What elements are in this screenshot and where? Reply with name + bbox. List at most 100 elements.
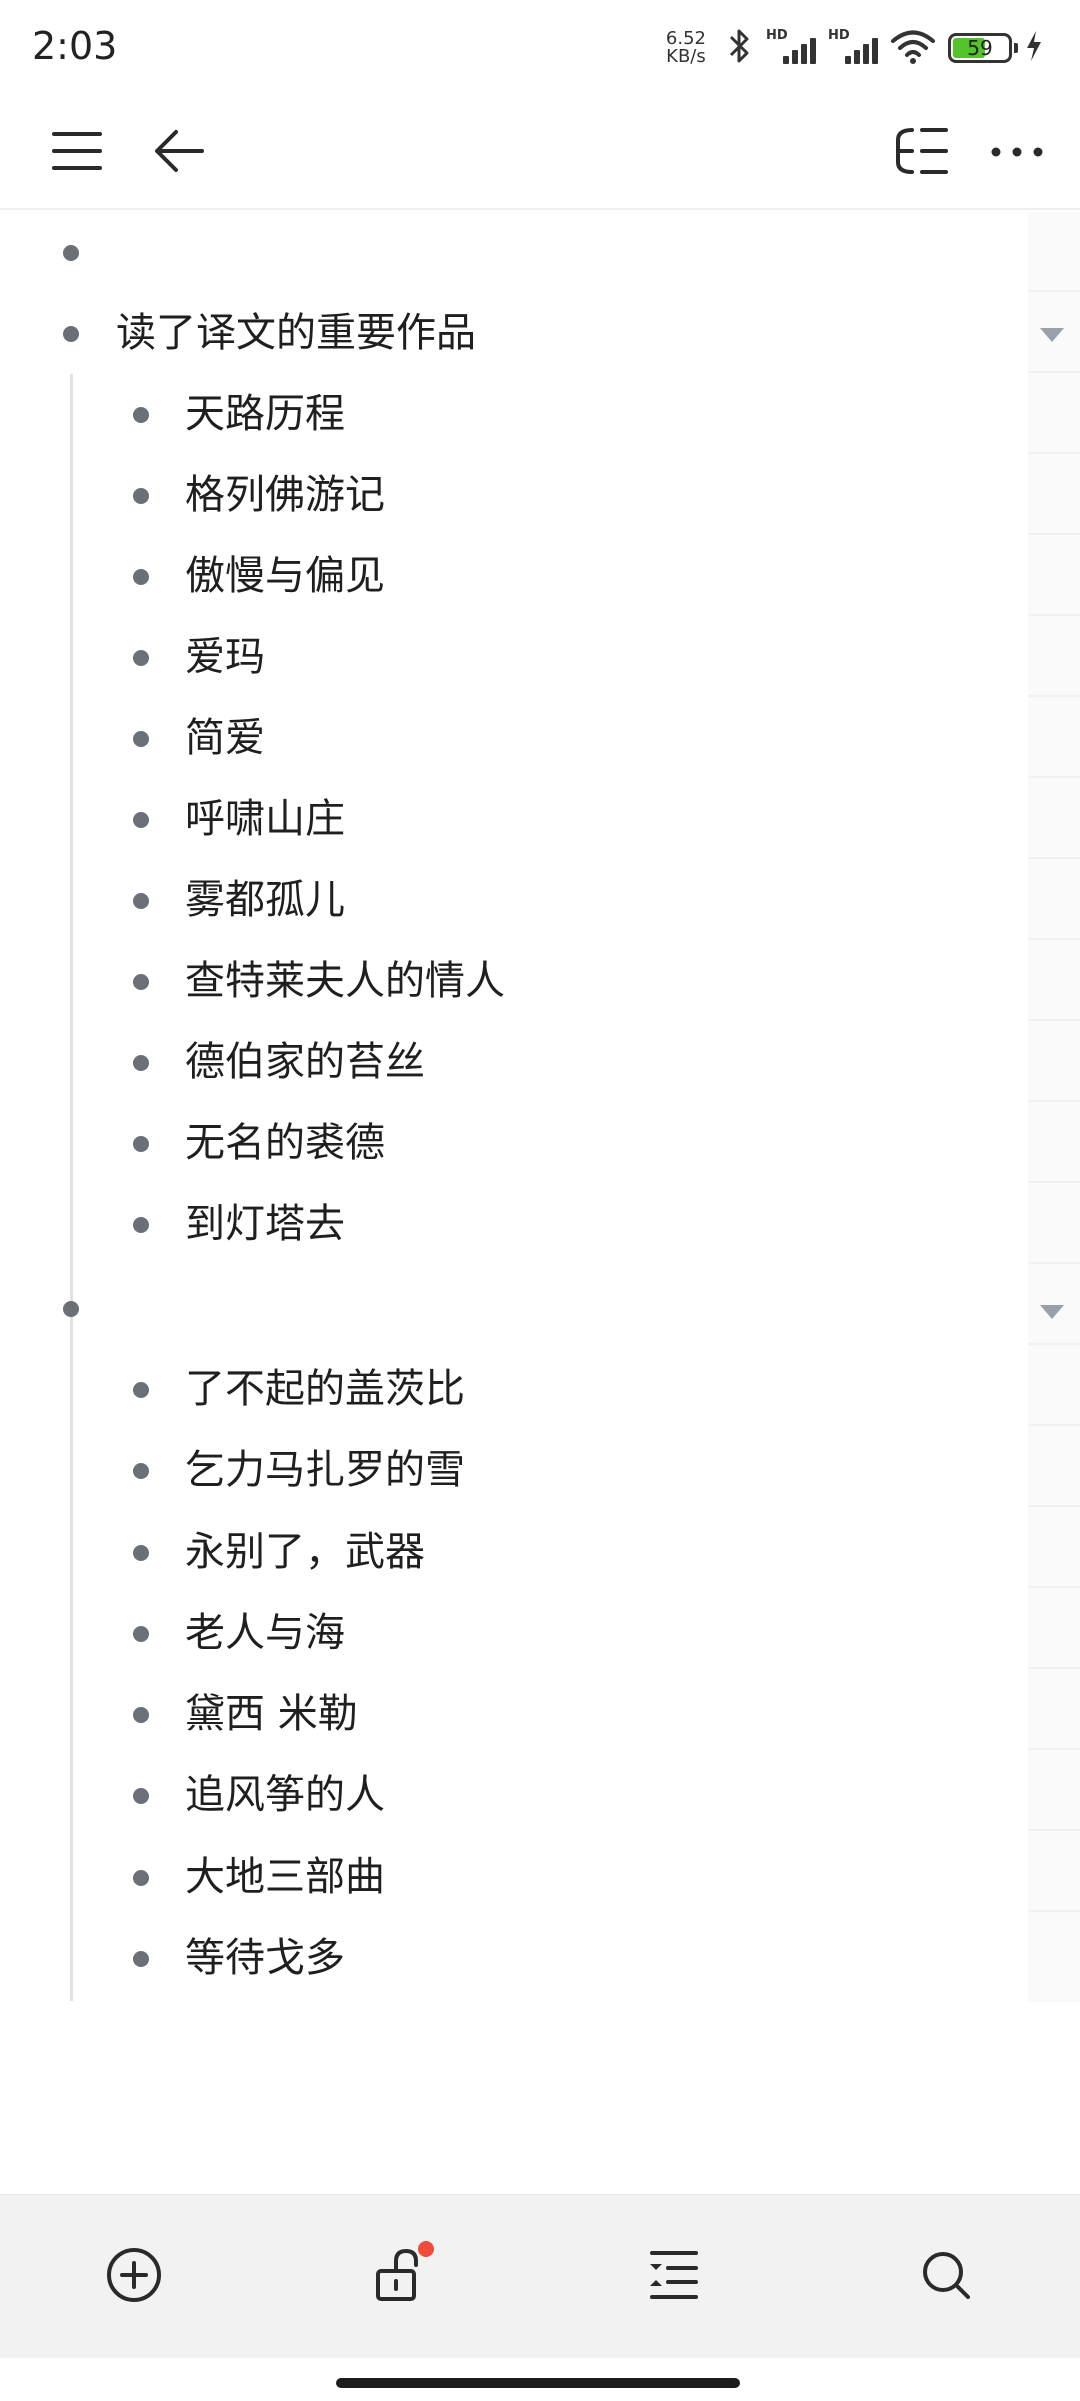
bullet-icon[interactable]: [133, 893, 149, 909]
add-button[interactable]: [94, 2237, 174, 2317]
more-options-button[interactable]: [982, 118, 1052, 188]
mindmap-icon: [890, 124, 952, 182]
home-indicator[interactable]: [336, 2378, 740, 2388]
battery-icon: 59: [948, 33, 1018, 63]
network-speed: 6.52 KB/s: [666, 30, 706, 66]
bullet-icon[interactable]: [133, 1951, 149, 1967]
outline-item-text[interactable]: 黛西 米勒: [185, 1689, 358, 1739]
outline-item-text[interactable]: 了不起的盖茨比: [185, 1364, 465, 1414]
outline-item[interactable]: [0, 212, 1028, 293]
bullet-icon[interactable]: [133, 569, 149, 585]
bullet-icon[interactable]: [133, 1545, 149, 1561]
bullet-icon[interactable]: [133, 1136, 149, 1152]
bullet-icon[interactable]: [133, 1788, 149, 1804]
row-handle-strip: [1028, 212, 1080, 2002]
status-time: 2:03: [32, 24, 118, 68]
add-circle-icon: [104, 2245, 164, 2309]
outline-item-text[interactable]: 老人与海: [185, 1608, 345, 1658]
outline-item[interactable]: 老人与海: [0, 1593, 1028, 1674]
outline-item[interactable]: 呼啸山庄: [0, 779, 1028, 860]
outline-item-text[interactable]: 呼啸山庄: [185, 794, 345, 844]
bullet-icon[interactable]: [133, 1626, 149, 1642]
search-icon: [918, 2247, 974, 2307]
outline-item-text[interactable]: 爱玛: [185, 632, 265, 682]
hamburger-menu-icon: [50, 126, 104, 180]
outline-item[interactable]: 德伯家的苔丝: [0, 1022, 1028, 1103]
outline-item-text[interactable]: 德伯家的苔丝: [185, 1037, 425, 1087]
outline-item-text[interactable]: 读了译文的重要作品: [116, 308, 476, 358]
bullet-icon[interactable]: [133, 731, 149, 747]
outline-item[interactable]: 读了译文的重要作品: [0, 293, 1028, 374]
mindmap-button[interactable]: [886, 118, 956, 188]
network-speed-unit: KB/s: [666, 46, 706, 67]
outline-item-text[interactable]: 永别了，武器: [185, 1527, 425, 1577]
bullet-icon[interactable]: [133, 1217, 149, 1233]
outline-item[interactable]: 天路历程: [0, 374, 1028, 455]
outline-item-text[interactable]: 简爱: [185, 713, 265, 763]
bluetooth-icon: [724, 26, 754, 70]
app-header: [0, 96, 1080, 210]
outline-item[interactable]: 等待戈多: [0, 1918, 1028, 1999]
cell-signal-2-icon: HD: [828, 28, 878, 68]
lock-toggle-button[interactable]: [358, 2237, 438, 2317]
outline-item[interactable]: 简爱: [0, 698, 1028, 779]
bullet-icon[interactable]: [133, 407, 149, 423]
outline-item-text[interactable]: 格列佛游记: [185, 470, 385, 520]
back-button[interactable]: [144, 118, 214, 188]
outline-item[interactable]: 到灯塔去: [0, 1184, 1028, 1265]
arrow-left-icon: [152, 126, 206, 180]
outline-item[interactable]: 格列佛游记: [0, 455, 1028, 536]
outline-item-text[interactable]: 乞力马扎罗的雪: [185, 1445, 465, 1495]
outline-item[interactable]: 傲慢与偏见: [0, 536, 1028, 617]
bullet-icon[interactable]: [133, 488, 149, 504]
charging-icon: [1024, 29, 1044, 67]
outline-item[interactable]: [0, 1268, 1028, 1349]
bullet-icon[interactable]: [133, 1382, 149, 1398]
outline-item-text[interactable]: 天路历程: [185, 389, 345, 439]
hamburger-menu-button[interactable]: [42, 118, 112, 188]
outline-item-text[interactable]: 雾都孤儿: [185, 875, 345, 925]
outline-item-text[interactable]: 傲慢与偏见: [185, 551, 385, 601]
outline-item-text[interactable]: 查特莱夫人的情人: [185, 956, 505, 1006]
outline-item[interactable]: 永别了，武器: [0, 1512, 1028, 1593]
outline-item[interactable]: 黛西 米勒: [0, 1674, 1028, 1755]
indent-list-icon: [646, 2247, 702, 2307]
bullet-icon[interactable]: [63, 326, 79, 342]
outline-item[interactable]: 雾都孤儿: [0, 860, 1028, 941]
notification-badge: [418, 2241, 434, 2257]
outline-item[interactable]: 了不起的盖茨比: [0, 1349, 1028, 1430]
bullet-icon[interactable]: [63, 245, 79, 261]
bullet-icon[interactable]: [133, 1463, 149, 1479]
system-navigation-area: [0, 2358, 1080, 2401]
bullet-icon[interactable]: [133, 650, 149, 666]
bullet-icon[interactable]: [63, 1301, 79, 1317]
indent-button[interactable]: [634, 2237, 714, 2317]
collapse-toggle-icon[interactable]: [1040, 328, 1064, 342]
outline-item[interactable]: 无名的裘德: [0, 1103, 1028, 1184]
outline-item[interactable]: 爱玛: [0, 617, 1028, 698]
outline-item-text[interactable]: 大地三部曲: [185, 1852, 385, 1902]
status-icons: 6.52 KB/s HD HD 59: [666, 24, 1044, 72]
status-bar: 2:03 6.52 KB/s HD HD 59: [0, 0, 1080, 96]
outline-item-text[interactable]: 追风筝的人: [185, 1770, 385, 1820]
wifi-icon: [890, 26, 936, 70]
outline-item-text[interactable]: 到灯塔去: [185, 1199, 345, 1249]
outline-item[interactable]: 大地三部曲: [0, 1837, 1028, 1918]
outline-item-text[interactable]: 无名的裘德: [185, 1118, 385, 1168]
outline-item[interactable]: 查特莱夫人的情人: [0, 941, 1028, 1022]
bullet-icon[interactable]: [133, 974, 149, 990]
more-horizontal-icon: [990, 144, 1044, 163]
cell-signal-1-icon: HD: [766, 28, 816, 68]
outline-item-text[interactable]: 等待戈多: [185, 1933, 345, 1983]
bullet-icon[interactable]: [133, 1055, 149, 1071]
bullet-icon[interactable]: [133, 1870, 149, 1886]
unlock-icon: [368, 2245, 428, 2309]
bullet-icon[interactable]: [133, 812, 149, 828]
outline-item[interactable]: 追风筝的人: [0, 1755, 1028, 1836]
collapse-toggle-icon[interactable]: [1040, 1305, 1064, 1319]
bullet-icon[interactable]: [133, 1707, 149, 1723]
outline-item[interactable]: 乞力马扎罗的雪: [0, 1430, 1028, 1511]
battery-level: 59: [967, 36, 993, 60]
bottom-toolbar: [0, 2194, 1080, 2358]
search-button[interactable]: [906, 2237, 986, 2317]
